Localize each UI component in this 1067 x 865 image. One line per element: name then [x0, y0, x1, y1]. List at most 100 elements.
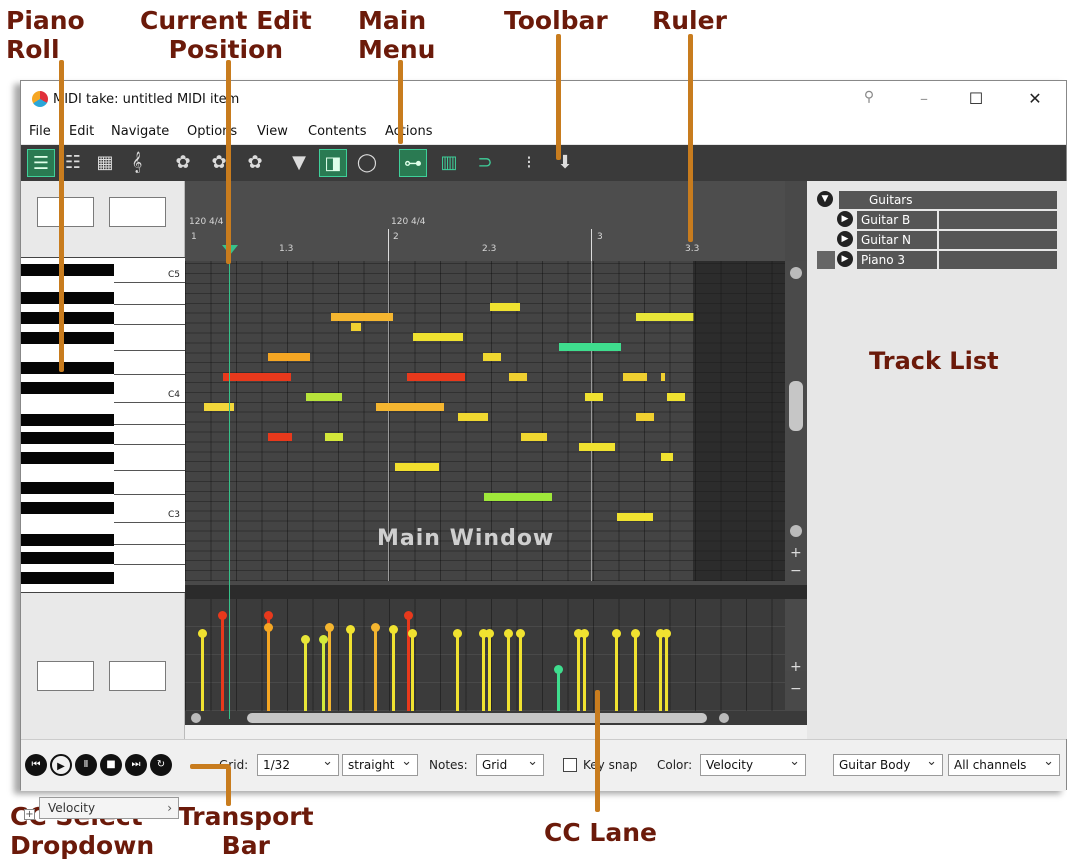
loop-icon[interactable]: ↻: [150, 754, 172, 776]
scroll-down-icon[interactable]: [790, 525, 802, 537]
midi-note[interactable]: [268, 433, 292, 441]
channels-dropdown[interactable]: All channels: [948, 752, 1060, 776]
midi-note[interactable]: [636, 413, 654, 421]
midi-note[interactable]: [661, 373, 665, 381]
midi-note[interactable]: [395, 463, 439, 471]
black-key[interactable]: [21, 452, 114, 464]
main-window[interactable]: 120 4/4 120 4/4 1 1.3 2 2.3 3 3.3 Main W…: [185, 181, 807, 725]
midi-note[interactable]: [484, 493, 552, 501]
track-box-top-left[interactable]: [37, 197, 94, 227]
midi-note[interactable]: [661, 453, 673, 461]
piano-roll-mode-icon[interactable]: ☰: [27, 149, 55, 177]
grid-lines-icon[interactable]: ▥: [435, 149, 463, 177]
velocity-bar[interactable]: [612, 629, 621, 711]
velocity-bar[interactable]: [574, 629, 583, 711]
velocity-bar[interactable]: [479, 629, 488, 711]
cc-select-dropdown[interactable]: Velocity ›: [39, 797, 179, 819]
play-icon[interactable]: ▶: [837, 231, 853, 247]
velocity-bar[interactable]: [325, 623, 334, 711]
black-key[interactable]: [21, 432, 114, 444]
midi-chord-icon[interactable]: ✿: [241, 149, 269, 177]
maximize-button[interactable]: ☐: [966, 89, 986, 108]
vertical-scroll-thumb[interactable]: [789, 381, 803, 431]
velocity-bar[interactable]: [485, 629, 494, 711]
track-box-top-right[interactable]: [109, 197, 166, 227]
scroll-up-icon[interactable]: [790, 267, 802, 279]
cc-zoom-in-icon[interactable]: +: [790, 659, 802, 675]
pause-icon[interactable]: Ⅱ: [75, 754, 97, 776]
play-icon[interactable]: ▶: [837, 211, 853, 227]
black-key[interactable]: [21, 382, 114, 394]
grid-snap-icon[interactable]: ⊶: [399, 149, 427, 177]
menu-contents[interactable]: Contents: [308, 124, 366, 139]
play-icon[interactable]: ▶: [837, 251, 853, 267]
horizontal-scrollbar[interactable]: [185, 711, 807, 725]
cc-zoom-out-icon[interactable]: −: [790, 681, 802, 697]
track-row[interactable]: ▶ Piano 3: [817, 251, 1057, 269]
midi-note[interactable]: [585, 393, 603, 401]
cc-box-right[interactable]: [109, 661, 166, 691]
ruler[interactable]: 120 4/4 120 4/4 1 1.3 2 2.3 3 3.3: [185, 181, 785, 261]
midi-note[interactable]: [559, 343, 621, 351]
velocity-bar[interactable]: [346, 625, 355, 711]
midi-note[interactable]: [667, 393, 685, 401]
velocity-bar[interactable]: [656, 629, 665, 711]
grid-dropdown[interactable]: 1/32: [257, 752, 339, 776]
scroll-left-icon[interactable]: [191, 713, 201, 723]
velocity-bar[interactable]: [580, 629, 589, 711]
event-list-mode-icon[interactable]: ▦: [91, 149, 119, 177]
velocity-bar[interactable]: [218, 611, 227, 711]
velocity-bar[interactable]: [198, 629, 207, 711]
midi-note[interactable]: [331, 313, 393, 321]
black-key[interactable]: [21, 534, 114, 546]
folder-collapse-icon[interactable]: ▼: [817, 191, 833, 207]
midi-input-icon[interactable]: ✿: [169, 149, 197, 177]
midi-note[interactable]: [483, 353, 501, 361]
midi-note[interactable]: [413, 333, 463, 341]
midi-note[interactable]: [521, 433, 547, 441]
midi-note[interactable]: [268, 353, 310, 361]
track-row[interactable]: ▶ Guitar B: [837, 211, 1057, 229]
docked-view-icon[interactable]: ◨: [319, 149, 347, 177]
filter-icon[interactable]: ▼: [285, 149, 313, 177]
black-key[interactable]: [21, 552, 114, 564]
velocity-bar[interactable]: [408, 629, 417, 711]
black-key[interactable]: [21, 414, 114, 426]
velocity-bar[interactable]: [264, 623, 273, 711]
velocity-bar[interactable]: [301, 635, 310, 711]
zoom-out-icon[interactable]: −: [790, 563, 802, 579]
midi-note[interactable]: [376, 403, 444, 411]
vertical-scrollbar[interactable]: + − + −: [785, 261, 807, 697]
midi-note[interactable]: [325, 433, 343, 441]
midi-note[interactable]: [351, 323, 361, 331]
velocity-bar[interactable]: [371, 623, 380, 711]
midi-note[interactable]: [306, 393, 342, 401]
close-button[interactable]: ✕: [1025, 89, 1045, 108]
midi-note[interactable]: [458, 413, 488, 421]
midi-note[interactable]: [636, 313, 694, 321]
velocity-bar[interactable]: [516, 629, 525, 711]
stop-icon[interactable]: ■: [100, 754, 122, 776]
midi-note[interactable]: [490, 303, 520, 311]
cc-lane-divider[interactable]: [185, 585, 807, 599]
cc-lane[interactable]: [185, 599, 785, 711]
forward-icon[interactable]: ⏭: [125, 754, 147, 776]
midi-note[interactable]: [407, 373, 465, 381]
midi-note[interactable]: [623, 373, 647, 381]
black-key[interactable]: [21, 332, 114, 344]
cc-box-left[interactable]: [37, 661, 94, 691]
velocity-bar[interactable]: [504, 629, 513, 711]
step-record-icon[interactable]: ⁝: [515, 149, 543, 177]
velocity-bar[interactable]: [319, 635, 328, 711]
menu-view[interactable]: View: [257, 124, 288, 139]
magnet-icon[interactable]: ⊃: [471, 149, 499, 177]
track-row[interactable]: ▼ Guitars: [817, 191, 1057, 209]
black-key[interactable]: [21, 362, 114, 374]
velocity-bar[interactable]: [662, 629, 671, 711]
play-icon[interactable]: ▶: [50, 754, 72, 776]
menu-edit[interactable]: Edit: [69, 124, 94, 139]
black-key[interactable]: [21, 264, 114, 276]
zoom-in-icon[interactable]: +: [790, 545, 802, 561]
black-key[interactable]: [21, 502, 114, 514]
velocity-bar[interactable]: [389, 625, 398, 711]
